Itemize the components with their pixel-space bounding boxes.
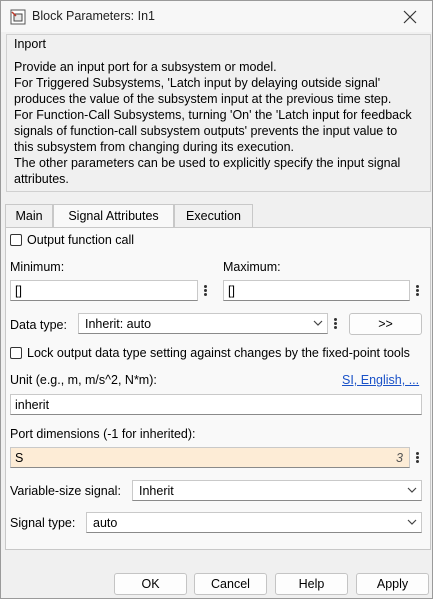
minimum-more-icon[interactable] bbox=[201, 280, 210, 301]
close-button[interactable] bbox=[388, 1, 432, 32]
description-line: produces the value of the subsystem inpu… bbox=[14, 92, 392, 106]
output-function-call-checkbox[interactable] bbox=[10, 234, 22, 246]
signal-type-select[interactable]: auto bbox=[86, 512, 422, 533]
window-title: Block Parameters: In1 bbox=[32, 9, 155, 23]
variable-size-label: Variable-size signal: bbox=[10, 484, 121, 498]
variable-size-select[interactable]: Inherit bbox=[132, 480, 422, 501]
apply-button[interactable]: Apply bbox=[356, 573, 429, 595]
tab-signal-attributes[interactable]: Signal Attributes bbox=[53, 204, 174, 229]
chevron-down-icon bbox=[407, 519, 417, 525]
maximum-label: Maximum: bbox=[223, 260, 281, 274]
port-dimensions-count-badge: 3 bbox=[396, 451, 403, 465]
maximum-input[interactable]: [] bbox=[223, 280, 410, 301]
unit-system-link[interactable]: SI, English, ... bbox=[342, 373, 419, 387]
chevron-down-icon bbox=[407, 487, 417, 493]
signal-attributes-panel: Output function call Minimum: [] Maximum… bbox=[5, 227, 431, 550]
description-line: For Function-Call Subsystems, turning 'O… bbox=[14, 108, 412, 122]
description-text: Provide an input port for a subsystem or… bbox=[14, 59, 426, 187]
data-type-select[interactable]: Inherit: auto bbox=[78, 313, 328, 334]
simulink-block-icon bbox=[10, 9, 26, 25]
minimum-input[interactable]: [] bbox=[10, 280, 198, 301]
maximum-more-icon[interactable] bbox=[413, 280, 422, 301]
tab-main[interactable]: Main bbox=[5, 204, 53, 228]
description-line: For Triggered Subsystems, 'Latch input b… bbox=[14, 76, 381, 90]
description-line: signals of function-call subsystem outpu… bbox=[14, 124, 398, 138]
output-function-call-label: Output function call bbox=[27, 233, 135, 247]
port-dimensions-input[interactable]: S 3 bbox=[10, 447, 410, 468]
port-dimensions-value: S bbox=[15, 451, 24, 465]
description-line: Provide an input port for a subsystem or… bbox=[14, 60, 277, 74]
signal-type-label: Signal type: bbox=[10, 516, 76, 530]
description-line: this subsystem from changing during its … bbox=[14, 140, 294, 154]
description-line: The other parameters can be used to expl… bbox=[14, 156, 401, 170]
unit-label: Unit (e.g., m, m/s^2, N*m): bbox=[10, 373, 157, 387]
close-icon bbox=[403, 10, 417, 24]
data-type-assistant-button[interactable]: >> bbox=[349, 313, 422, 335]
description-heading: Inport bbox=[14, 37, 46, 51]
title-bar: Block Parameters: In1 bbox=[1, 1, 432, 32]
port-dimensions-label: Port dimensions (-1 for inherited): bbox=[10, 427, 196, 441]
unit-input[interactable]: inherit bbox=[10, 394, 422, 415]
help-button[interactable]: Help bbox=[275, 573, 348, 595]
dialog-window: Block Parameters: In1 Inport Provide an … bbox=[0, 0, 433, 599]
lock-output-label: Lock output data type setting against ch… bbox=[27, 346, 410, 360]
lock-output-checkbox[interactable] bbox=[10, 347, 22, 359]
tab-execution[interactable]: Execution bbox=[174, 204, 253, 228]
variable-size-value: Inherit bbox=[139, 484, 174, 498]
data-type-value: Inherit: auto bbox=[85, 317, 152, 331]
cancel-button[interactable]: Cancel bbox=[194, 573, 267, 595]
data-type-label: Data type: bbox=[10, 318, 67, 332]
signal-type-value: auto bbox=[93, 516, 118, 530]
port-dimensions-more-icon[interactable] bbox=[413, 447, 422, 468]
chevron-down-icon bbox=[313, 320, 323, 326]
description-line: attributes. bbox=[14, 172, 69, 186]
description-panel: Inport Provide an input port for a subsy… bbox=[6, 34, 431, 192]
data-type-more-icon[interactable] bbox=[331, 313, 340, 334]
ok-button[interactable]: OK bbox=[114, 573, 187, 595]
minimum-label: Minimum: bbox=[10, 260, 65, 274]
